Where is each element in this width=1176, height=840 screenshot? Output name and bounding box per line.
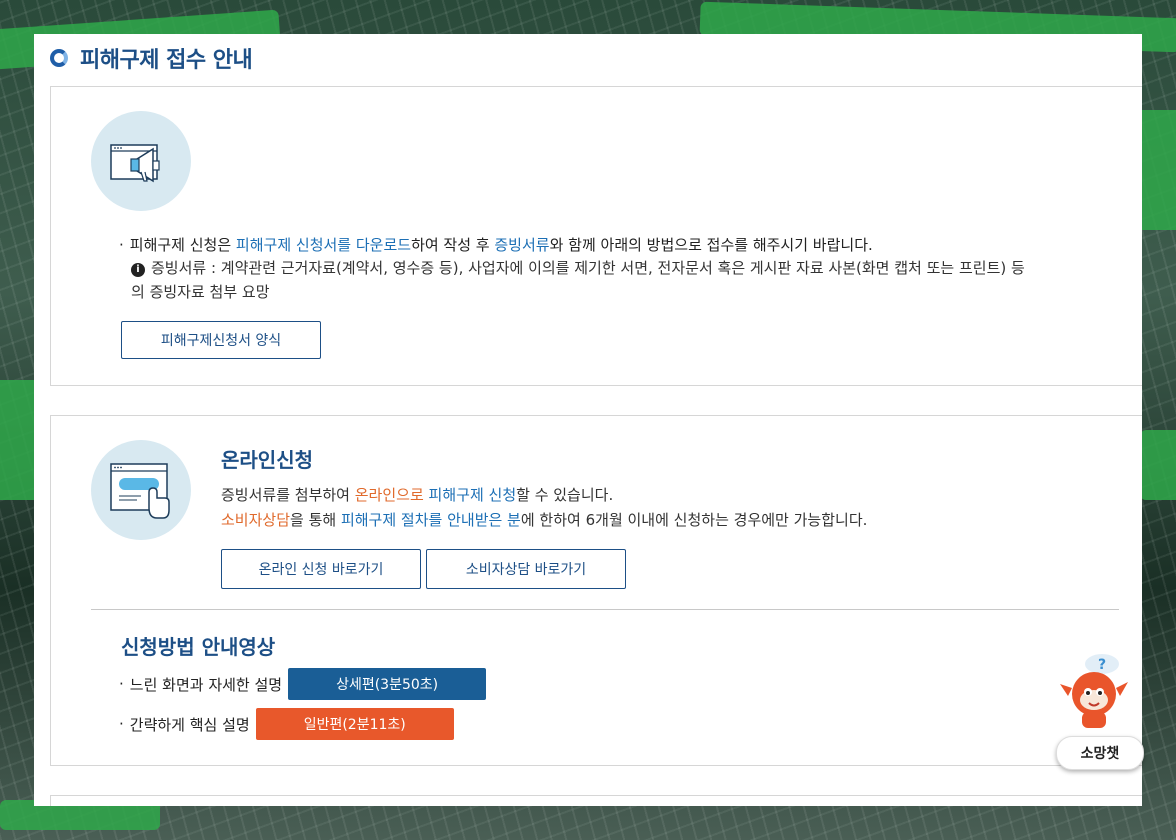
intro-suffix: 와 함께 아래의 방법으로 접수를 해주시기 바랍니다.: [549, 236, 873, 254]
chatbot-widget[interactable]: ? 소망챗: [1054, 650, 1144, 775]
chatbot-mascot-icon: ?: [1060, 652, 1128, 728]
line1-prefix: 증빙서류를 첨부하여: [221, 486, 355, 504]
download-link-text: 피해구제 신청서를 다운로드: [235, 236, 412, 254]
video-guide-title: 신청방법 안내영상: [121, 635, 276, 659]
line1-highlight-online: 온라인으로: [354, 486, 424, 504]
click-window-icon: [91, 440, 191, 540]
general-video-button[interactable]: 일반편(2분11초): [255, 708, 454, 740]
page-header: 피해구제 접수 안내: [50, 40, 253, 76]
download-section: · 피해구제 신청은 피해구제 신청서를 다운로드하여 작성 후 증빙서류와 함께…: [50, 86, 1142, 386]
chatbot-label[interactable]: 소망챗: [1056, 736, 1144, 770]
online-apply-button[interactable]: 온라인 신청 바로가기: [221, 549, 421, 589]
evidence-note-cont: 의 증빙자료 첨부 요망: [131, 280, 270, 304]
next-section-edge: [50, 795, 1142, 806]
line1-suffix: 할 수 있습니다.: [516, 486, 614, 504]
page-title: 피해구제 접수 안내: [80, 48, 253, 73]
line2-suffix: 에 한하여 6개월 이내에 신청하는 경우에만 가능합니다.: [520, 511, 868, 529]
section-divider: [91, 609, 1119, 610]
info-icon: i: [131, 263, 145, 277]
detail-video-button[interactable]: 상세편(3분50초): [288, 668, 487, 700]
line1-highlight-relief: 피해구제 신청: [428, 486, 517, 504]
intro-prefix: 피해구제 신청은: [129, 236, 236, 254]
online-desc-1: 증빙서류를 첨부하여 온라인으로 피해구제 신청할 수 있습니다.: [221, 484, 613, 505]
line2-highlight-guided: 피해구제 절차를 안내받은 분: [340, 511, 521, 529]
note-line-2: 의 증빙자료 첨부 요망: [131, 283, 270, 301]
svg-text:?: ?: [1098, 657, 1106, 673]
video-row-general: · 간략하게 핵심 설명 일반편(2분11초): [119, 708, 454, 740]
line2-mid: 을 통해: [290, 511, 341, 529]
online-apply-title: 온라인신청: [221, 448, 313, 472]
intro-text: · 피해구제 신청은 피해구제 신청서를 다운로드하여 작성 후 증빙서류와 함께…: [119, 236, 873, 254]
video-row-detail: · 느린 화면과 자세한 설명 상세편(3분50초): [119, 668, 487, 700]
content-frame: 피해구제 접수 안내 · 피해구제 신청은 피해구제 신청서를 다운로드하여 작성…: [34, 34, 1142, 806]
video1-label: 느린 화면과 자세한 설명: [129, 675, 283, 694]
line2-highlight-counsel: 소비자상담: [221, 511, 291, 529]
consumer-counsel-button[interactable]: 소비자상담 바로가기: [426, 549, 626, 589]
evidence-note: i 증빙서류 : 계약관련 근거자료(계약서, 영수증 등), 사업자에 이의를 …: [131, 256, 1025, 280]
megaphone-window-icon: [91, 111, 191, 211]
online-apply-section: 온라인신청 증빙서류를 첨부하여 온라인으로 피해구제 신청할 수 있습니다. …: [50, 415, 1142, 766]
online-desc-2: 소비자상담을 통해 피해구제 절차를 안내받은 분에 한하여 6개월 이내에 신…: [221, 509, 867, 530]
note-line-1: 증빙서류 : 계약관련 근거자료(계약서, 영수증 등), 사업자에 이의를 제…: [151, 259, 1025, 277]
evidence-link-text: 증빙서류: [494, 236, 550, 254]
video2-label: 간략하게 핵심 설명: [129, 715, 250, 734]
ring-icon: [50, 49, 68, 67]
intro-mid: 하여 작성 후: [411, 236, 495, 254]
form-download-button[interactable]: 피해구제신청서 양식: [121, 321, 321, 359]
